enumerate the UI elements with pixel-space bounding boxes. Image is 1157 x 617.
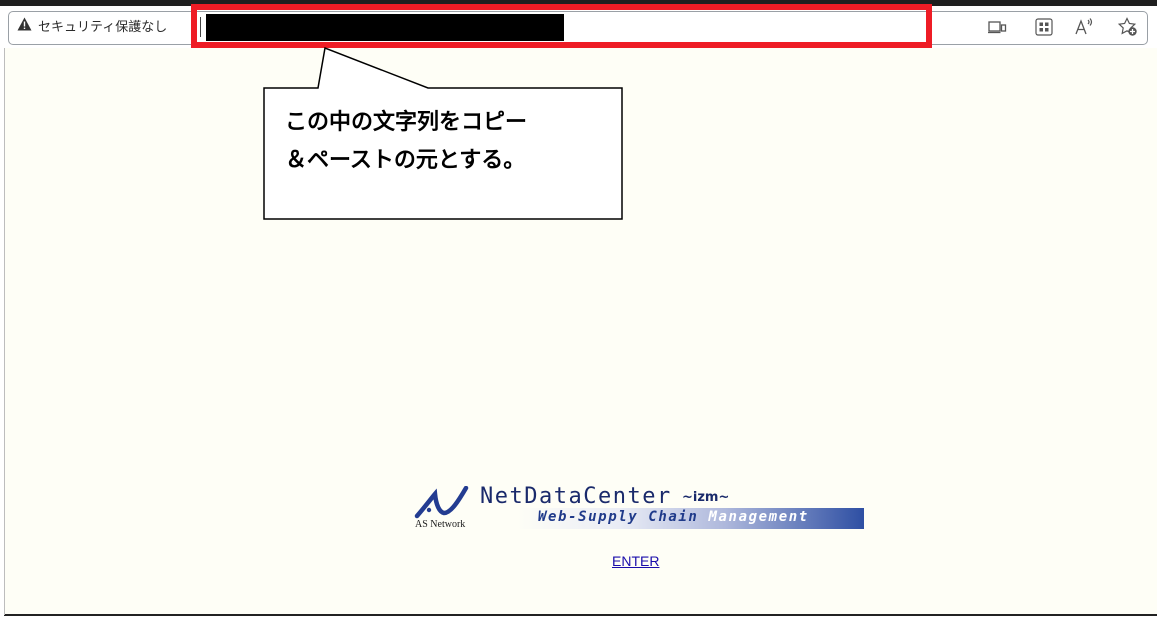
enter-link[interactable]: ENTER [612,553,659,569]
brand-suffix: ~izm~ [682,490,730,505]
brand-tagline: Web-Supply Chain Management [538,509,809,525]
company-name: AS Network [415,519,466,530]
netdatacenter-logo-icon [414,486,469,519]
brand-tagline-part2: Management [708,509,809,525]
callout-text: この中の文字列をコピー ＆ペーストの元とする。 [285,110,528,173]
brand-tagline-part1: Web-Supply Chain [538,509,709,525]
brand-name: NetDataCenter [480,484,672,509]
